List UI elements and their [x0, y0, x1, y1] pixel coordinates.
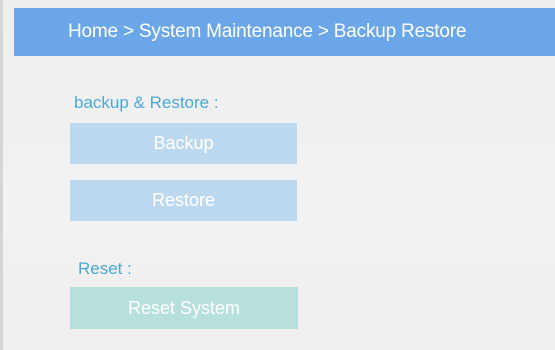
restore-button[interactable]: Restore — [70, 180, 297, 221]
backup-button-label: Backup — [153, 133, 214, 153]
backup-restore-page: Home > System Maintenance > Backup Resto… — [0, 0, 555, 350]
left-border — [0, 0, 3, 350]
backup-restore-title: backup & Restore : — [74, 93, 219, 112]
reset-system-button-label: Reset System — [127, 297, 241, 318]
reset-title: Reset : — [78, 259, 132, 278]
breadcrumb: Home > System Maintenance > Backup Resto… — [68, 21, 467, 42]
header-bar: Home > System Maintenance > Backup Resto… — [14, 8, 555, 56]
restore-button-label: Restore — [151, 190, 216, 210]
reset-system-button[interactable]: Reset System — [70, 287, 298, 329]
backup-button[interactable]: Backup — [70, 123, 297, 164]
